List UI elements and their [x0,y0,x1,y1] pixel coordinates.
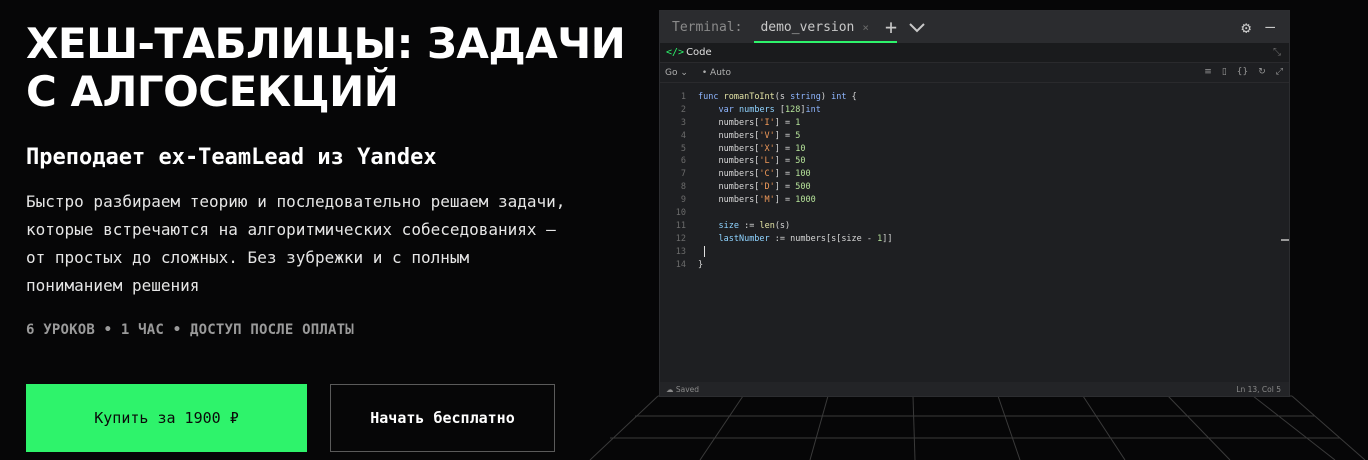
cursor-position: Ln 13, Col 5 [1236,384,1281,394]
toolbar-icons: ≡ ▯ {} ↻ ⤢ [1204,67,1283,77]
start-free-button[interactable]: Начать бесплатно [330,384,555,452]
format-icon[interactable]: ≡ [1204,67,1212,77]
code-line: 5 numbers['X'] = 10 [680,143,806,154]
code-line: 9 numbers['M'] = 1000 [680,195,816,206]
code-line: 4 numbers['V'] = 5 [680,130,801,141]
save-status: ☁ Saved [666,384,700,394]
code-line: 10 [675,208,686,219]
braces-icon[interactable]: {} [1237,67,1248,77]
chevron-down-icon[interactable] [909,18,925,37]
editor-tabbar: Terminal: demo_version × + ⚙ – [660,11,1289,43]
course-meta: 6 УРОКОВ • 1 ЧАС • ДОСТУП ПОСЛЕ ОПЛАТЫ [26,322,354,338]
code-editor-window: Terminal: demo_version × + ⚙ – </> Code … [659,10,1290,397]
code-icon: </> [666,47,685,58]
fullscreen-icon[interactable]: ⤢ [1276,67,1283,77]
code-line: 7 numbers['C'] = 100 [680,169,811,180]
bookmark-icon[interactable]: ▯ [1222,67,1227,77]
add-tab-icon[interactable]: + [885,17,897,37]
code-line: 1 func romanToInt(s string) int { [680,92,857,102]
instructor-subtitle: Преподает ex-TeamLead из Yandex [26,145,437,170]
gear-icon[interactable]: ⚙ [1241,18,1251,37]
expand-icon[interactable]: ⤡ [1273,47,1281,58]
editor-toolbar: Go ⌄ • Auto ≡ ▯ {} ↻ ⤢ [660,63,1289,83]
code-line: 6 numbers['L'] = 50 [680,156,806,167]
code-line: 13 [660,245,1289,259]
mode-indicator: • Auto [701,67,731,78]
tab-demo-version[interactable]: demo_version × [754,11,897,43]
code-line: 12 lastNumber := numbers[s[size - 1]] [675,233,893,244]
code-line: 11 size := len(s) [675,220,791,231]
editor-statusbar: ☁ Saved Ln 13, Col 5 [660,382,1289,396]
close-icon[interactable]: × [862,21,869,34]
code-line: 14} [675,259,704,270]
code-panel-header: </> Code ⤡ [660,43,1289,63]
terminal-label: Terminal: [672,19,743,35]
code-panel-title: Code [686,47,712,58]
language-select[interactable]: Go ⌄ [665,68,688,78]
text-cursor [704,245,705,257]
tab-label: demo_version [760,19,855,35]
code-line: 3 numbers['I'] = 1 [680,117,801,128]
scrollbar-marker[interactable] [1281,239,1289,241]
page-title: ХЕШ-ТАБЛИЦЫ: ЗАДАЧИ С АЛГОСЕКЦИЙ [26,19,626,116]
code-area[interactable]: 1 func romanToInt(s string) int { 2 var n… [660,91,1289,271]
code-line: 2 var numbers [128]int [680,104,821,115]
reset-icon[interactable]: ↻ [1258,67,1266,77]
minimize-icon[interactable]: – [1265,17,1275,36]
buy-button[interactable]: Купить за 1900 ₽ [26,384,307,452]
code-line: 8 numbers['D'] = 500 [680,182,811,193]
course-description: Быстро разбираем теорию и последовательн… [26,192,566,295]
